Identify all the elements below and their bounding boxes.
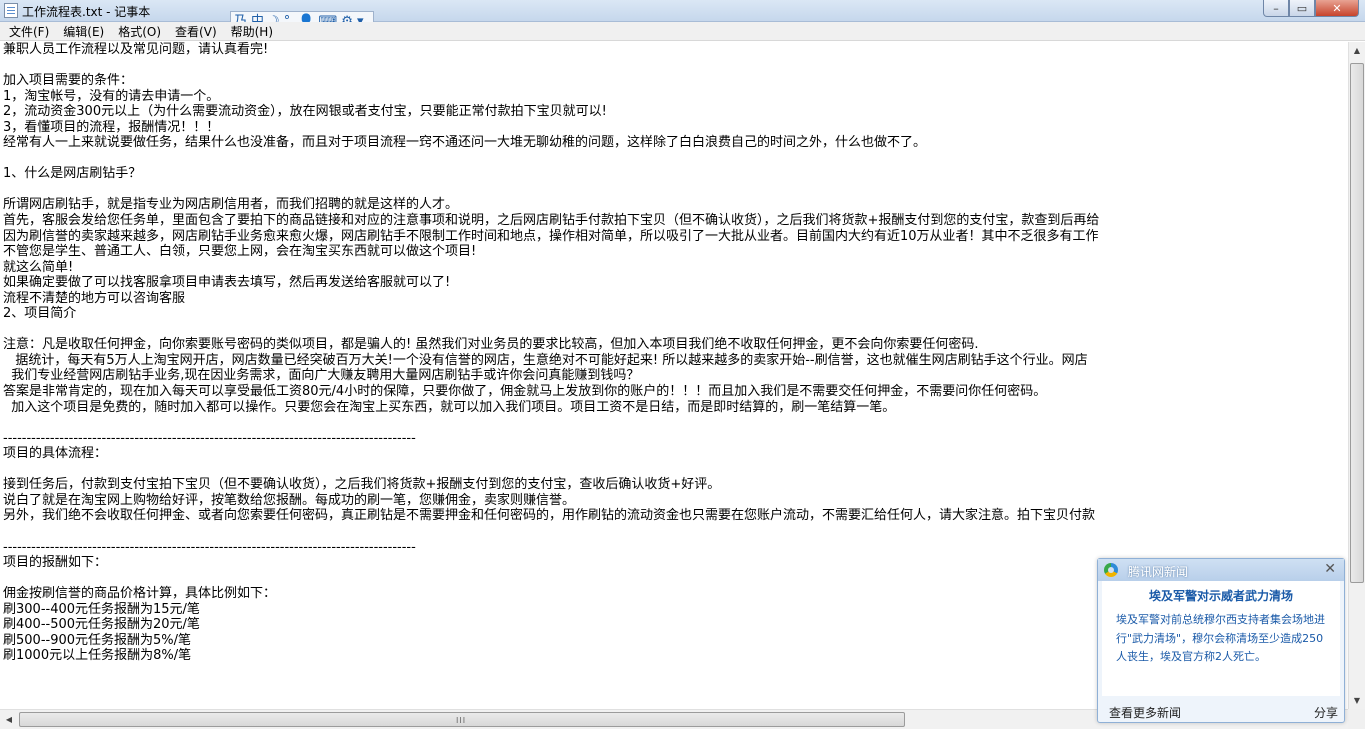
notepad-icon [4, 3, 18, 18]
text-line: 另外，我们绝不会收取任何押金、或者向您索要任何密码，真正刷钻是不需要押金和任何密… [3, 508, 1096, 524]
menu-format[interactable]: 格式(O) [111, 23, 168, 40]
text-line: 如果确定要做了可以找客服拿项目申请表去填写，然后再发送给客服就可以了! [3, 275, 451, 291]
text-line: 所谓网店刷钻手，就是指专业为网店刷信用者，而我们招聘的就是这样的人才。 [3, 197, 459, 213]
news-summary[interactable]: 埃及军警对前总统穆尔西支持者集会场地进行"武力清场"，穆尔会称清场至少造成250… [1116, 611, 1331, 667]
popup-close-icon[interactable]: ✕ [1324, 561, 1336, 577]
text-line: 流程不清楚的地方可以咨询客服 [3, 290, 186, 306]
tencent-news-icon [1104, 563, 1118, 577]
text-line: 因为刷信誉的卖家越来越多，网店刷钻手业务愈来愈火爆，网店刷钻手不限制工作时间和地… [3, 228, 1099, 244]
text-line [0, 462, 1348, 478]
text-line: 不管您是学生、普通工人、白领，只要您上网，会在淘宝买东西就可以做这个项目! [3, 244, 477, 260]
news-popup[interactable]: 腾讯网新闻 ✕ 埃及军警对示威者武力清场 埃及军警对前总统穆尔西支持者集会场地进… [1097, 558, 1345, 723]
menu-view[interactable]: 查看(V) [168, 23, 224, 40]
text-line: ----------------------------------------… [3, 430, 416, 446]
text-line: ----------------------------------------… [3, 539, 416, 555]
scroll-down-icon[interactable]: ▼ [1349, 692, 1365, 709]
text-line [0, 524, 1348, 540]
scrollbar-corner [1348, 709, 1365, 729]
text-line: 据统计，每天有5万人上淘宝网开店，网店数量已经突破百万大关!一个没有信誉的网店，… [3, 352, 1088, 368]
text-line: 答案是非常肯定的，现在加入每天可以享受最低工资80元/4小时的保障，只要你做了，… [3, 384, 1047, 400]
text-line: 接到任务后，付款到支付宝拍下宝贝（但不要确认收货），之后我们将货款+报酬支付到您… [3, 477, 721, 493]
text-line [0, 182, 1348, 198]
text-line: 1、什么是网店刷钻手？ [3, 166, 142, 182]
text-line: 我们专业经营网店刷钻手业务,现在因业务需求，面向广大赚友聘用大量网店刷钻手或许你… [3, 368, 640, 384]
scroll-up-icon[interactable]: ▲ [1349, 42, 1365, 59]
text-line: 注意：凡是收取任何押金，向你索要账号密码的类似项目，都是骗人的! 虽然我们对业务… [3, 337, 979, 353]
text-line: 项目的具体流程： [3, 446, 108, 462]
text-line [0, 151, 1348, 167]
text-line: 2，流动资金300元以上（为什么需要流动资金），放在网银或者支付宝，只要能正常付… [3, 104, 607, 120]
popup-source: 腾讯网新闻 [1128, 565, 1189, 579]
text-line: 说白了就是在淘宝网上购物给好评，按笔数给您报酬。每成功的刷一笔，您赚佣金，卖家则… [3, 492, 576, 508]
news-headline[interactable]: 埃及军警对示威者武力清场 [1102, 587, 1340, 604]
text-line: 就这么简单! [3, 259, 74, 275]
window-controls: – ▭ ✕ [1263, 0, 1359, 18]
menu-help[interactable]: 帮助(H) [224, 23, 280, 40]
vertical-scrollbar[interactable]: ▲ ▼ [1348, 42, 1365, 709]
popup-body: 埃及军警对示威者武力清场 埃及军警对前总统穆尔西支持者集会场地进行"武力清场"，… [1102, 581, 1340, 696]
text-line: 3，看懂项目的流程，报酬情况！！！ [3, 119, 220, 135]
title-bar[interactable]: 工作流程表.txt - 记事本 – ▭ ✕ [0, 0, 1365, 22]
menu-bar: 文件(F) 编辑(E) 格式(O) 查看(V) 帮助(H) [0, 22, 1365, 41]
share-link[interactable]: 分享 [1314, 704, 1338, 721]
horizontal-scroll-thumb[interactable]: III [19, 712, 905, 727]
text-line: 兼职人员工作流程以及常见问题，请认真看完! [3, 42, 269, 57]
text-line [0, 58, 1348, 74]
text-line: 经常有人一上来就说要做任务，结果什么也没准备，而且对于项目流程一窍不通还问一大堆… [3, 135, 927, 151]
maximize-button[interactable]: ▭ [1289, 0, 1315, 17]
more-news-link[interactable]: 查看更多新闻 [1109, 704, 1181, 721]
popup-header: 腾讯网新闻 ✕ [1098, 559, 1344, 581]
scroll-left-icon[interactable]: ◀ [1, 711, 17, 728]
vertical-scroll-thumb[interactable] [1350, 63, 1364, 583]
text-line: 加入这个项目是免费的，随时加入都可以操作。只要您会在淘宝上买东西，就可以加入我们… [3, 399, 896, 415]
text-line [0, 322, 1348, 338]
scroll-grip-icon: III [456, 716, 467, 725]
text-line [0, 415, 1348, 431]
minimize-button[interactable]: – [1263, 0, 1289, 17]
text-line: 1，淘宝帐号，没有的请去申请一个。 [3, 88, 220, 104]
window-title: 工作流程表.txt - 记事本 [22, 5, 151, 19]
menu-file[interactable]: 文件(F) [2, 23, 56, 40]
menu-edit[interactable]: 编辑(E) [56, 23, 111, 40]
text-line: 2、项目简介 [3, 306, 77, 322]
text-line: 加入项目需要的条件： [3, 73, 134, 89]
close-button[interactable]: ✕ [1315, 0, 1359, 17]
text-line: 首先，客服会发给您任务单，里面包含了要拍下的商品链接和对应的注意事项和说明，之后… [3, 213, 1100, 229]
